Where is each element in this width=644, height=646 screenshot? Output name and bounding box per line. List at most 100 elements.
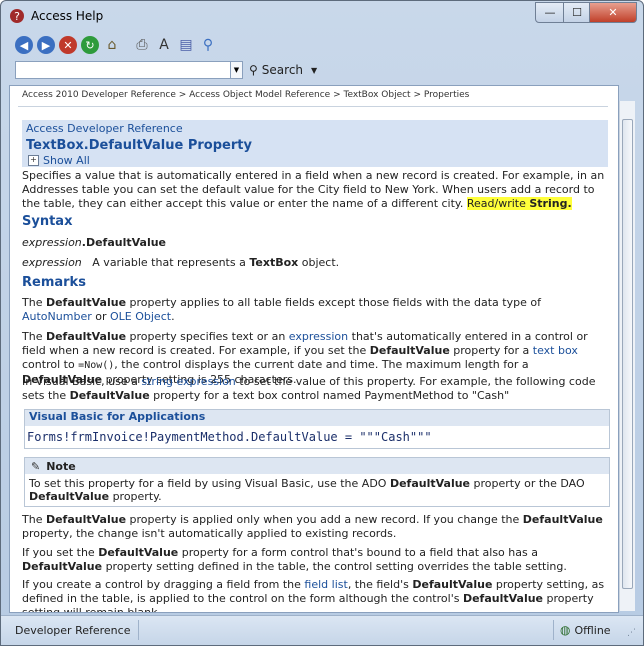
read-write-type: String. (529, 197, 572, 210)
search-options-chevron-icon[interactable]: ▼ (311, 66, 317, 75)
help-window: ? Access Help — ☐ ✕ ◀ ▶ ✕ ↻ ⌂ ⎙ A ▤ ⚲ ▼ ⚲ Search… (0, 0, 644, 646)
font-size-button[interactable]: A (155, 36, 173, 54)
autonumber-link[interactable]: AutoNumber (22, 310, 92, 323)
status-developer-reference[interactable]: Developer Reference (7, 620, 140, 640)
param-desc-bold: TextBox (249, 256, 299, 269)
status-bar: Developer Reference ◍ Offline ⋰ (1, 615, 643, 645)
search-bar: ▼ ⚲ Search ▼ (9, 59, 633, 83)
content-scrollbar[interactable] (619, 101, 635, 611)
stop-button[interactable]: ✕ (59, 36, 77, 54)
note-a: To set this property for a field by usin… (29, 477, 387, 490)
p5-c: property for a form control that's bound… (181, 546, 538, 559)
param-desc-prefix: A variable that represents a (92, 256, 246, 269)
pin-button[interactable]: ⚲ (199, 36, 217, 54)
p6-b: , the field's (347, 578, 409, 591)
code-caption: Visual Basic for Applications (25, 410, 609, 426)
p3-d: property for a text box control named Pa… (153, 389, 510, 402)
p4-d: DefaultValue (522, 513, 603, 526)
code-sample[interactable]: Forms!frmInvoice!PaymentMethod.DefaultVa… (27, 430, 432, 444)
note-pencil-icon: ✎ (31, 459, 41, 473)
page-title: TextBox.DefaultValue Property (26, 138, 252, 153)
maximize-button[interactable]: ☐ (563, 2, 591, 23)
search-button[interactable]: ⚲ Search ▼ (249, 61, 317, 79)
p1-b: DefaultValue (45, 296, 127, 309)
p1-a: The (22, 296, 43, 309)
p4-a: The (22, 513, 43, 526)
close-button[interactable]: ✕ (589, 2, 637, 23)
note-c: property or the DAO (473, 477, 585, 490)
remarks-paragraph-3: In Visual Basic, use a string expression… (22, 375, 608, 403)
note-b: DefaultValue (389, 477, 471, 490)
note-block: ✎ Note To set this property for a field … (24, 457, 610, 507)
p3-a: In Visual Basic, use a (22, 375, 138, 388)
p6-e: DefaultValue (462, 592, 544, 605)
resize-grip-icon[interactable]: ⋰ (627, 628, 636, 638)
code-block: Visual Basic for Applications Forms!frmI… (24, 409, 610, 449)
search-input[interactable] (15, 61, 231, 79)
string-expression-link[interactable]: string expression (141, 375, 235, 388)
syntax-heading: Syntax (22, 214, 73, 229)
p6-a: If you create a control by dragging a fi… (22, 578, 301, 591)
show-all-link[interactable]: + Show All (28, 154, 90, 167)
scrollbar-thumb[interactable] (622, 119, 633, 589)
expand-icon: + (28, 155, 39, 166)
p1-d: or (95, 310, 107, 323)
print-button[interactable]: ⎙ (133, 36, 151, 54)
read-write-label: Read/write (466, 197, 526, 210)
p6-c: DefaultValue (412, 578, 493, 591)
back-button[interactable]: ◀ (15, 36, 33, 54)
home-button[interactable]: ⌂ (103, 36, 121, 54)
p4-b: DefaultValue (45, 513, 127, 526)
remarks-paragraph-1: The DefaultValue property applies to all… (22, 296, 608, 324)
minimize-button[interactable]: — (535, 2, 565, 23)
p5-a: If you set the (22, 546, 95, 559)
refresh-button[interactable]: ↻ (81, 36, 99, 54)
p2-c: property specifies text or an (129, 330, 286, 343)
help-app-icon: ? (10, 9, 24, 23)
window-title: Access Help (31, 9, 104, 23)
show-all-label: Show All (43, 154, 90, 167)
ole-object-link[interactable]: OLE Object (110, 310, 171, 323)
text-box-link[interactable]: text box (533, 344, 578, 357)
p4-e: property, the change isn't automatically… (22, 527, 397, 540)
syntax-expr-italic: expression (22, 236, 82, 249)
expression-link[interactable]: expression (289, 330, 348, 343)
p2-e: DefaultValue (369, 344, 450, 357)
status-connection[interactable]: ◍ Offline (553, 620, 611, 640)
note-text: To set this property for a field by usin… (29, 477, 603, 503)
p2-h: , the control displays the current date … (114, 358, 529, 371)
search-icon: ⚲ (249, 63, 258, 77)
remarks-paragraph-5: If you set the DefaultValue property for… (22, 546, 608, 574)
offline-globe-icon: ◍ (560, 623, 571, 637)
toolbar: ◀ ▶ ✕ ↻ ⌂ ⎙ A ▤ ⚲ (9, 34, 633, 58)
p2-a: The (22, 330, 43, 343)
read-write-highlight: Read/write String. (466, 197, 572, 210)
note-caption-label: Note (46, 459, 76, 473)
forward-button[interactable]: ▶ (37, 36, 55, 54)
param-name: expression (22, 256, 82, 269)
p2-b: DefaultValue (45, 330, 127, 343)
note-e: property. (112, 490, 162, 503)
topic-header: Access Developer Reference TextBox.Defau… (22, 120, 608, 167)
remarks-paragraph-6: If you create a control by dragging a fi… (22, 578, 608, 612)
p1-c: property applies to all table fields exc… (129, 296, 541, 309)
syntax-expression: expression.DefaultValue (22, 236, 608, 250)
title-bar: ? Access Help — ☐ ✕ (1, 1, 643, 31)
syntax-expr-bold: .DefaultValue (81, 236, 167, 249)
note-d: DefaultValue (29, 490, 110, 503)
remarks-paragraph-4: The DefaultValue property is applied onl… (22, 513, 608, 541)
table-of-contents-button[interactable]: ▤ (177, 36, 195, 54)
search-history-dropdown[interactable]: ▼ (231, 61, 243, 79)
field-list-link[interactable]: field list (304, 578, 347, 591)
p3-c: DefaultValue (69, 389, 150, 402)
syntax-parameter: expression A variable that represents a … (22, 256, 608, 270)
p5-e: property setting defined in the table, t… (105, 560, 567, 573)
intro-paragraph: Specifies a value that is automatically … (22, 169, 608, 211)
p5-d: DefaultValue (22, 560, 103, 573)
breadcrumb[interactable]: Access 2010 Developer Reference > Access… (22, 90, 469, 100)
p5-b: DefaultValue (98, 546, 179, 559)
help-content: Access 2010 Developer Reference > Access… (9, 85, 619, 613)
remarks-heading: Remarks (22, 275, 86, 290)
param-desc-suffix: object. (301, 256, 340, 269)
now-code: =Now() (78, 360, 115, 371)
